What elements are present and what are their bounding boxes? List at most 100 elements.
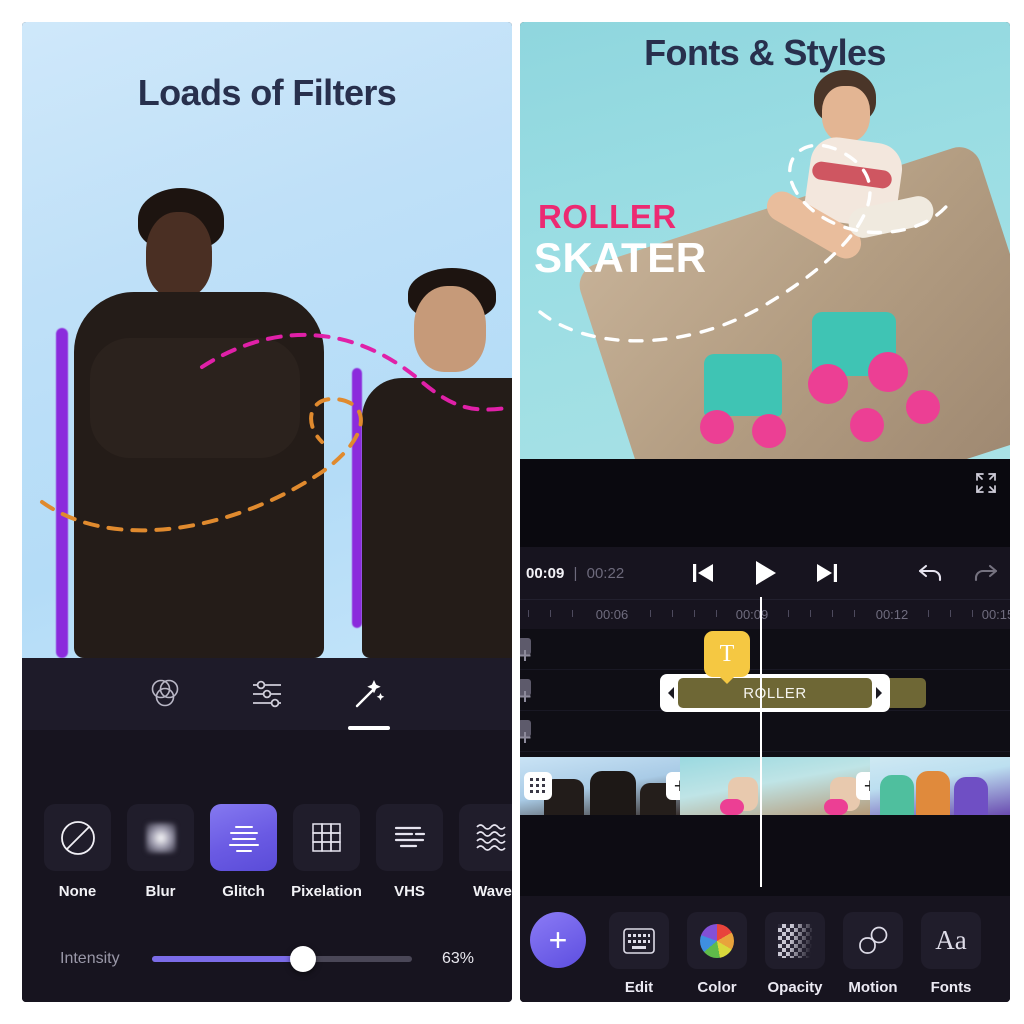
effects-tab[interactable] xyxy=(346,671,392,730)
filter-item-glitch[interactable]: Glitch xyxy=(202,804,285,900)
video-filmstrip[interactable]: + + xyxy=(520,757,1010,815)
text-clip-tail xyxy=(888,678,926,708)
clip-grid-button[interactable] xyxy=(524,772,552,800)
glitch-icon xyxy=(228,825,259,852)
ruler-label-2: 00:09 xyxy=(735,607,769,622)
toolbar-label-opacity: Opacity xyxy=(767,979,823,996)
filter-label-none: None xyxy=(58,883,97,900)
timeline-ruler[interactable]: 00:06 00:09 00:12 00:15 xyxy=(520,599,1010,629)
chevron-right-icon xyxy=(876,687,882,699)
track-row-1[interactable]: T xyxy=(520,629,1010,677)
color-thumb xyxy=(687,912,747,969)
redo-icon xyxy=(974,564,998,582)
ruler-label-3: 00:12 xyxy=(875,607,909,622)
transition-button-2[interactable]: + xyxy=(856,772,870,800)
video-clip-2[interactable]: + xyxy=(680,757,870,815)
no-filter-icon xyxy=(60,820,95,855)
right-preview-image: Fonts & Styles ROLLER SKATER xyxy=(520,22,1010,459)
overlay-text-roller: ROLLER xyxy=(538,198,677,235)
toolbar-item-fonts[interactable]: Aa Fonts xyxy=(912,912,990,996)
chevron-left-icon xyxy=(668,687,674,699)
skip-previous-button[interactable] xyxy=(690,560,716,586)
playhead[interactable] xyxy=(760,597,762,887)
add-track-button-2[interactable] xyxy=(520,677,544,705)
text-clip-badge[interactable]: T xyxy=(704,631,750,677)
toolbar-item-color[interactable]: Color xyxy=(678,912,756,996)
intensity-thumb[interactable] xyxy=(289,946,316,972)
grid-icon xyxy=(530,778,545,793)
wave-icon xyxy=(475,823,506,851)
filter-label-blur: Blur xyxy=(145,883,176,900)
selected-text-clip[interactable]: ROLLER xyxy=(660,674,890,712)
toolbar-item-opacity[interactable]: Opacity xyxy=(756,912,834,996)
filter-item-vhs[interactable]: VHS xyxy=(368,804,451,900)
filter-thumb-pixelation xyxy=(293,804,360,871)
photo-figure-left xyxy=(50,188,360,658)
overlay-text-skater: SKATER xyxy=(534,234,707,281)
toolbar-label-edit: Edit xyxy=(624,979,654,996)
adjust-tab[interactable] xyxy=(244,671,290,717)
filter-thumb-blur xyxy=(127,804,194,871)
overlapping-circles-icon xyxy=(151,679,179,707)
track-row-3[interactable] xyxy=(520,711,1010,752)
filters-tab[interactable] xyxy=(142,671,188,717)
filter-item-pixelation[interactable]: Pixelation xyxy=(285,804,368,900)
play-button[interactable] xyxy=(750,558,780,588)
app-screenshot: Loads of Filters None Blur Glitch Pixela… xyxy=(0,0,1024,1024)
preview-letterbox xyxy=(520,459,1010,547)
skip-next-button[interactable] xyxy=(814,560,840,586)
filter-thumb-glitch xyxy=(210,804,277,871)
trim-handle-left[interactable] xyxy=(664,686,678,700)
track-row-2[interactable]: ROLLER xyxy=(520,670,1010,712)
filter-thumb-none xyxy=(44,804,111,871)
add-clip-icon xyxy=(520,679,531,702)
opacity-thumb xyxy=(765,912,825,969)
filter-item-none[interactable]: None xyxy=(36,804,134,900)
add-clip-icon xyxy=(520,638,531,661)
left-panel: Loads of Filters None Blur Glitch Pixela… xyxy=(22,22,512,1002)
motion-thumb xyxy=(843,912,903,969)
blur-icon xyxy=(145,822,176,853)
filter-item-wave[interactable]: Wave xyxy=(451,804,512,900)
undo-button[interactable] xyxy=(918,561,944,585)
history-controls xyxy=(918,561,998,585)
filter-presets-row[interactable]: None Blur Glitch Pixelation VHS Wave xyxy=(22,804,512,922)
redo-button[interactable] xyxy=(972,561,998,585)
expand-icon xyxy=(976,473,996,493)
intensity-fill xyxy=(152,956,303,962)
add-button[interactable]: + xyxy=(530,912,586,968)
toolbar-item-motion[interactable]: Motion xyxy=(834,912,912,996)
vhs-icon xyxy=(394,826,425,847)
ruler-label-4: 00:15 xyxy=(981,607,1010,622)
video-clip-3[interactable] xyxy=(870,757,1010,815)
skip-previous-icon xyxy=(693,564,713,582)
toolbar-item-edit[interactable]: Edit xyxy=(600,912,678,996)
left-preview-image: Loads of Filters xyxy=(22,22,512,658)
add-track-button-3[interactable] xyxy=(520,718,544,746)
filter-label-wave: Wave xyxy=(473,883,512,900)
toolbar-label-motion: Motion xyxy=(848,979,898,996)
right-promo-title: Fonts & Styles xyxy=(644,32,886,73)
aa-icon: Aa xyxy=(935,925,967,955)
intensity-track[interactable] xyxy=(152,946,412,972)
toolbar-label-color: Color xyxy=(697,979,737,996)
pixelation-icon xyxy=(311,822,341,852)
add-track-button-1[interactable] xyxy=(520,636,544,664)
play-icon xyxy=(756,561,776,585)
intensity-label: Intensity xyxy=(60,950,120,967)
text-clip-label: ROLLER xyxy=(678,678,872,708)
fullscreen-button[interactable] xyxy=(974,471,998,495)
fonts-thumb: Aa xyxy=(921,912,981,969)
effects-tabbar xyxy=(22,658,512,730)
skater-figure xyxy=(752,70,952,300)
intensity-slider-row[interactable]: Intensity 63% xyxy=(22,946,512,972)
video-clip-1[interactable]: + xyxy=(520,757,680,815)
filter-item-blur[interactable]: Blur xyxy=(119,804,202,900)
roller-skate-left xyxy=(704,354,782,416)
intensity-value: 63% xyxy=(441,950,474,967)
filter-label-vhs: VHS xyxy=(394,883,425,900)
player-controls-bar: 00:09 | 00:22 xyxy=(520,547,1010,599)
transition-button-1[interactable]: + xyxy=(666,772,680,800)
trim-handle-right[interactable] xyxy=(872,686,886,700)
bottom-toolbar: + Edit Color Opacity Motion Aa Fonts xyxy=(520,896,1010,1002)
